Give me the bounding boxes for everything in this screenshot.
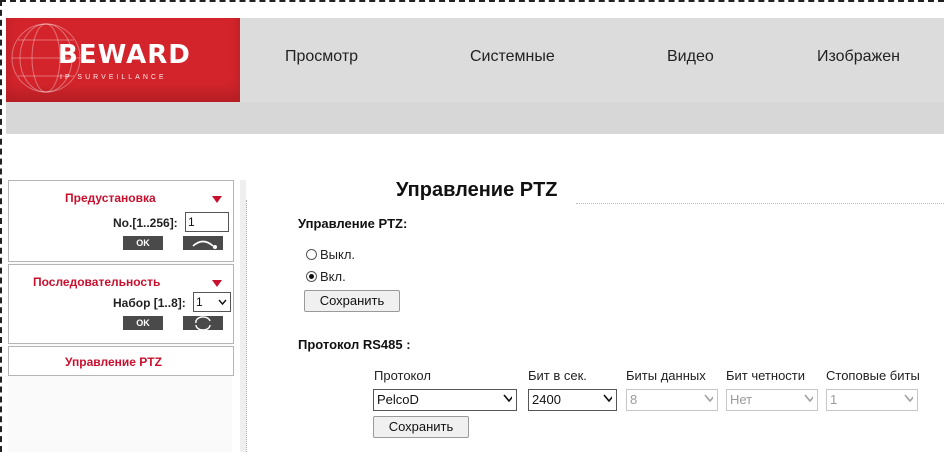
chevron-down-icon bbox=[704, 394, 713, 402]
chevron-down-icon[interactable] bbox=[212, 196, 222, 203]
rs485-label: Протокол RS485 : bbox=[298, 337, 411, 352]
sequence-set-label: Набор [1..8]: bbox=[113, 296, 186, 310]
chevron-down-icon bbox=[218, 299, 227, 306]
nav-system[interactable]: Системные bbox=[470, 48, 555, 66]
page-frame-top bbox=[0, 0, 944, 2]
header-parity: Бит четности bbox=[726, 368, 806, 383]
radio-off-row[interactable]: Выкл. bbox=[306, 247, 355, 262]
parity-value: Нет bbox=[730, 392, 753, 407]
sequence-cycle-button[interactable] bbox=[183, 316, 223, 331]
nav-view[interactable]: Просмотр bbox=[285, 48, 358, 66]
chevron-down-icon[interactable] bbox=[212, 280, 222, 287]
sequence-ok-button[interactable]: OK bbox=[123, 316, 163, 330]
preset-goto-button[interactable] bbox=[183, 236, 223, 250]
preset-title[interactable]: Предустановка bbox=[65, 191, 156, 205]
sidebar-ptz-link[interactable]: Управление PTZ bbox=[65, 355, 162, 369]
protocol-select[interactable]: PelcoD bbox=[373, 389, 517, 411]
title-rule bbox=[576, 203, 944, 204]
nav-image[interactable]: Изображен bbox=[817, 48, 900, 66]
sidebar-preset-panel: Предустановка No.[1..256]: 1 OK bbox=[8, 180, 234, 262]
radio-off-label: Выкл. bbox=[320, 247, 356, 262]
subheader-bar bbox=[6, 102, 944, 134]
sidebar-sequence-panel: Последовательность Набор [1..8]: 1 OK bbox=[8, 264, 234, 344]
stop-bits-select[interactable]: 1 bbox=[826, 389, 918, 411]
header-protocol: Протокол bbox=[374, 368, 431, 383]
brand-tagline: IP SURVEILLANCE bbox=[60, 74, 167, 81]
nav-video[interactable]: Видео bbox=[667, 48, 714, 66]
radio-off[interactable] bbox=[306, 249, 317, 260]
baud-value: 2400 bbox=[532, 392, 561, 407]
preset-number-label: No.[1..256]: bbox=[113, 216, 178, 230]
preset-number-input[interactable]: 1 bbox=[185, 212, 229, 232]
header-data-bits: Биты данных bbox=[626, 368, 706, 383]
data-bits-value: 8 bbox=[630, 392, 638, 407]
chevron-down-icon bbox=[503, 394, 512, 402]
brand-name: BEWARD bbox=[58, 40, 191, 70]
rs485-save-button[interactable]: Сохранить bbox=[373, 416, 469, 438]
content-divider bbox=[246, 200, 247, 452]
protocol-value: PelcoD bbox=[377, 392, 419, 407]
chevron-down-icon bbox=[603, 394, 612, 402]
refresh-icon bbox=[195, 316, 211, 331]
brand-logo[interactable]: BEWARD IP SURVEILLANCE bbox=[6, 18, 240, 102]
radio-on-row[interactable]: Вкл. bbox=[306, 269, 346, 284]
preset-curve-icon bbox=[192, 240, 217, 249]
radio-on[interactable] bbox=[306, 271, 317, 282]
sequence-set-value: 1 bbox=[196, 295, 203, 309]
header-stop-bits: Стоповые биты bbox=[826, 368, 920, 383]
chevron-down-icon bbox=[804, 394, 813, 402]
sequence-title[interactable]: Последовательность bbox=[33, 275, 160, 289]
chevron-down-icon bbox=[904, 394, 913, 402]
sidebar-ptz-panel: Управление PTZ bbox=[8, 346, 234, 376]
sequence-set-select[interactable]: 1 bbox=[193, 292, 231, 312]
header-baud: Бит в сек. bbox=[528, 368, 587, 383]
data-bits-select[interactable]: 8 bbox=[626, 389, 718, 411]
ptz-save-button[interactable]: Сохранить bbox=[304, 290, 400, 312]
parity-select[interactable]: Нет bbox=[726, 389, 818, 411]
ptz-control-label: Управление PTZ: bbox=[298, 216, 408, 231]
page-title: Управление PTZ bbox=[396, 179, 558, 201]
radio-on-label: Вкл. bbox=[320, 269, 346, 284]
baud-select[interactable]: 2400 bbox=[528, 389, 617, 411]
stop-bits-value: 1 bbox=[830, 392, 838, 407]
page-frame-left bbox=[0, 0, 2, 452]
preset-ok-button[interactable]: OK bbox=[123, 236, 163, 250]
